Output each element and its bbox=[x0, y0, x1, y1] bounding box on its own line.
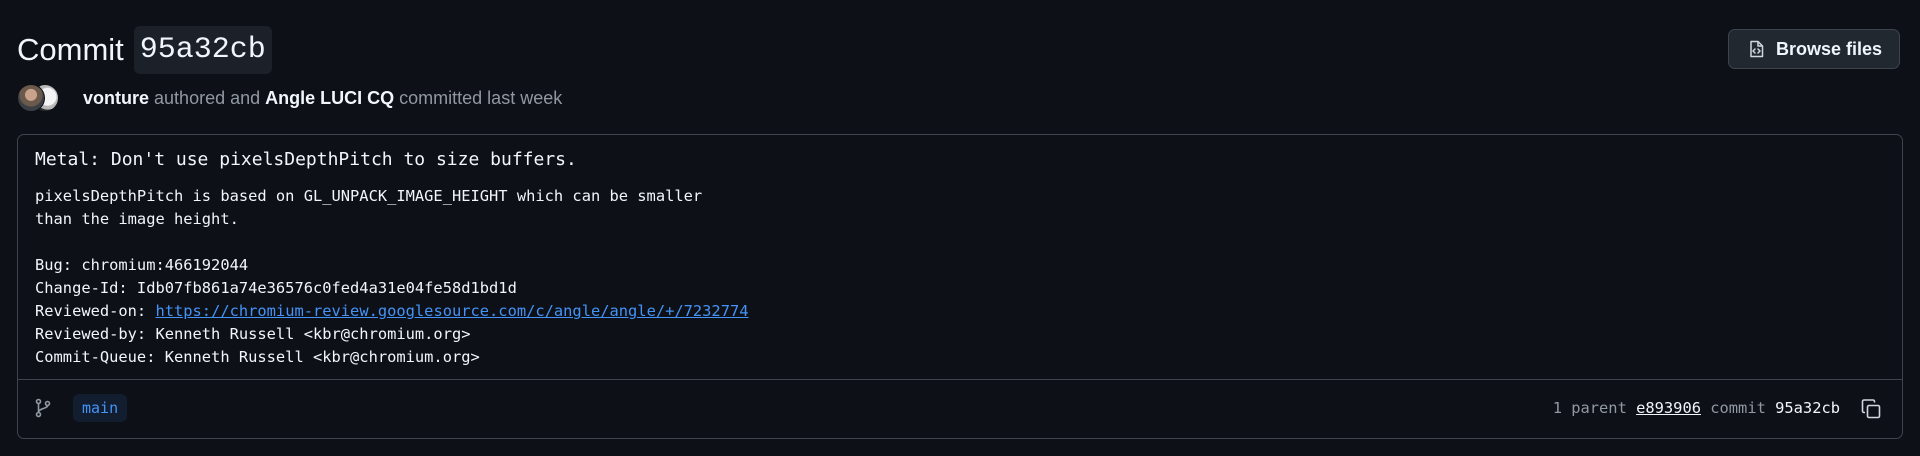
committed-text: committed last week bbox=[399, 87, 563, 108]
parent-label: 1 parent bbox=[1552, 399, 1637, 417]
commit-sha-title: 95a32cb bbox=[133, 26, 272, 74]
copy-sha-button[interactable] bbox=[1860, 398, 1882, 420]
avatar-stack bbox=[17, 84, 59, 112]
bug-line: Bug: chromium:466192044 bbox=[35, 256, 249, 274]
commit-meta: vonture authored and Angle LUCI CQ commi… bbox=[17, 84, 562, 112]
author-link[interactable]: vonture bbox=[83, 88, 149, 109]
commit-header: Commit 95a32cb bbox=[17, 26, 272, 74]
committer-link[interactable]: Angle LUCI CQ bbox=[265, 88, 394, 109]
message-line: than the image height. bbox=[35, 210, 239, 228]
commit-page: Commit 95a32cb Browse files vonture auth… bbox=[0, 0, 1920, 456]
review-link[interactable]: https://chromium-review.googlesource.com… bbox=[155, 302, 748, 320]
file-code-icon bbox=[1746, 39, 1766, 59]
commit-sha: 95a32cb bbox=[1775, 399, 1840, 417]
message-line: pixelsDepthPitch is based on GL_UNPACK_I… bbox=[35, 187, 703, 205]
change-id-line: Change-Id: Idb07fb861a74e36576c0fed4a31e… bbox=[35, 279, 517, 297]
commit-message-body: Metal: Don't use pixelsDepthPitch to siz… bbox=[18, 135, 1902, 380]
commit-queue-line: Commit-Queue: Kenneth Russell <kbr@chrom… bbox=[35, 348, 480, 366]
parent-sha-link[interactable]: e893906 bbox=[1636, 399, 1701, 417]
copy-icon bbox=[1861, 399, 1881, 419]
parent-info: 1 parent e893906 commit 95a32cb bbox=[1553, 378, 1840, 438]
commit-message-box: Metal: Don't use pixelsDepthPitch to siz… bbox=[17, 134, 1903, 439]
branch-badge[interactable]: main bbox=[73, 394, 128, 422]
git-branch-icon bbox=[34, 398, 52, 423]
reviewed-on-label: Reviewed-on: bbox=[35, 302, 156, 320]
browse-files-button[interactable]: Browse files bbox=[1728, 29, 1900, 69]
author-avatar[interactable] bbox=[17, 84, 45, 112]
commit-message-text: pixelsDepthPitch is based on GL_UNPACK_I… bbox=[35, 185, 749, 369]
page-title: Commit bbox=[17, 32, 124, 67]
browse-files-label: Browse files bbox=[1775, 38, 1883, 59]
authored-text: authored and bbox=[154, 87, 261, 108]
commit-label: commit bbox=[1700, 399, 1776, 417]
commit-footer: main 1 parent e893906 commit 95a32cb bbox=[18, 378, 1902, 438]
commit-message-title: Metal: Don't use pixelsDepthPitch to siz… bbox=[35, 149, 577, 170]
reviewed-by-line: Reviewed-by: Kenneth Russell <kbr@chromi… bbox=[35, 325, 471, 343]
